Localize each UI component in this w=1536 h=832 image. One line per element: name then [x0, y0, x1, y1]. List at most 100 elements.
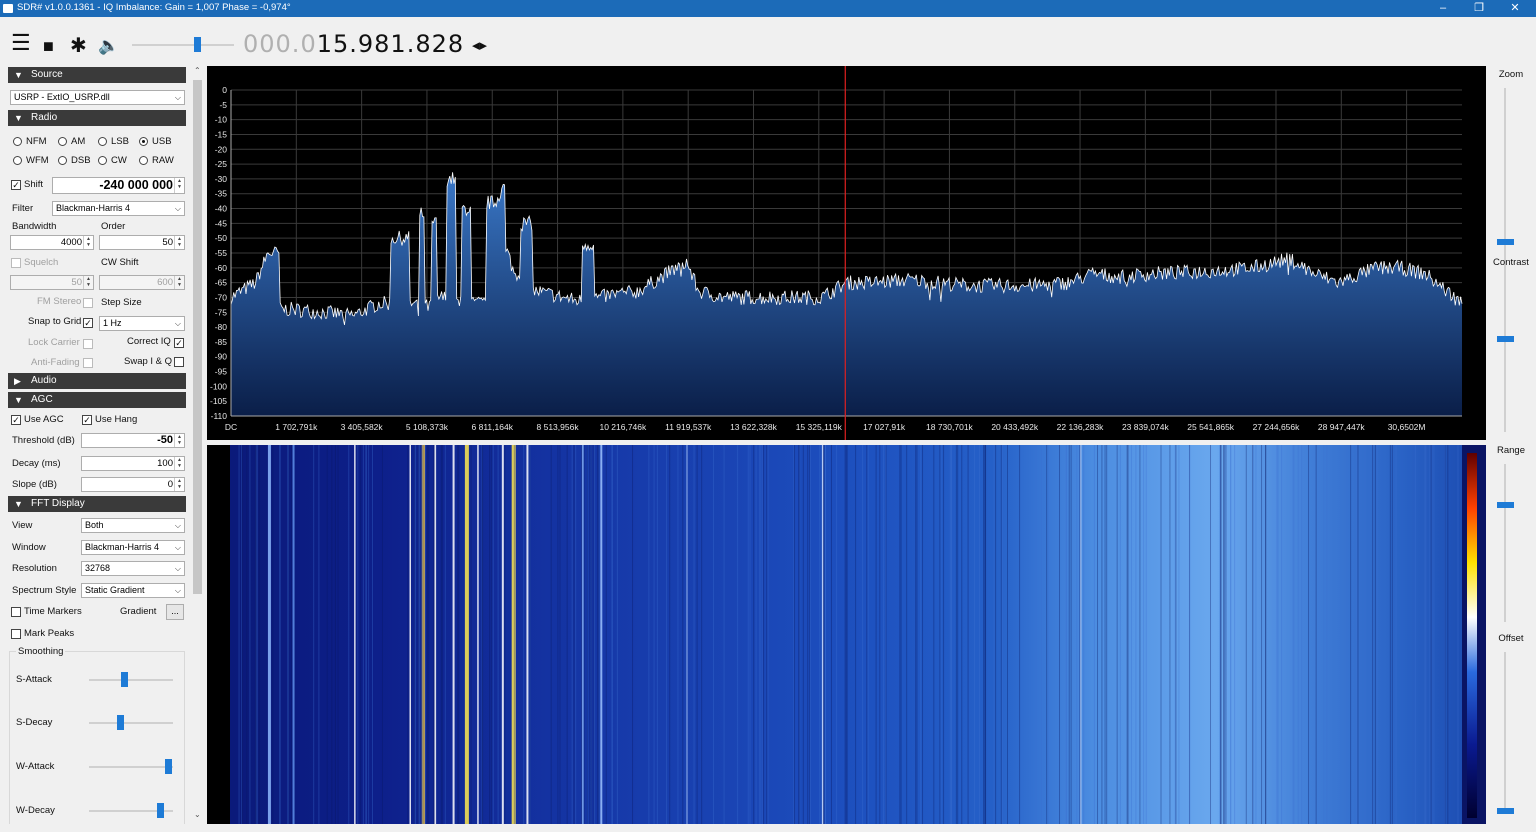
mode-radio-cw[interactable]	[98, 156, 107, 165]
spinner-arrows-icon[interactable]: ▲ ▼	[174, 276, 184, 289]
frequency-digits[interactable]: 15.981.828	[317, 30, 464, 58]
resolution-select[interactable]: 32768 ⌵	[81, 561, 185, 576]
sattack-slider-track[interactable]	[89, 679, 173, 681]
squelch-input[interactable]: 50 ▲ ▼	[10, 275, 94, 290]
step-size-select[interactable]: 1 Hz ⌵	[99, 316, 185, 331]
correct-iq-checkbox[interactable]: ✓	[174, 338, 184, 348]
contrast-slider-thumb[interactable]	[1497, 336, 1514, 342]
use-hang-checkbox[interactable]: ✓	[82, 415, 92, 425]
spinner-arrows-icon[interactable]: ▲ ▼	[174, 457, 184, 470]
gradient-button[interactable]: ...	[166, 604, 184, 620]
filter-select[interactable]: Blackman-Harris 4 ⌵	[52, 201, 185, 216]
scrollbar-thumb[interactable]	[193, 80, 202, 594]
bandwidth-input[interactable]: 4000 ▲ ▼	[10, 235, 94, 250]
mark-peaks-checkbox[interactable]	[11, 629, 21, 639]
radio-section-header[interactable]: ▼ Radio	[8, 110, 186, 126]
order-value: 50	[162, 237, 173, 248]
spinner-arrows-icon[interactable]: ▲ ▼	[83, 236, 93, 249]
spectrum-analyzer[interactable]: 0 -5 -10 -15 -20 -25 -30 -35 -40 -45 -50 -55 -60 -65 -…	[207, 66, 1486, 440]
mode-radio-nfm[interactable]	[13, 137, 22, 146]
fft-display-section-header[interactable]: ▼ FFT Display	[8, 496, 186, 512]
volume-slider-track[interactable]	[132, 44, 234, 46]
tune-arrows-icon[interactable]: ◂▸	[472, 36, 487, 54]
mode-radio-wfm[interactable]	[13, 156, 22, 165]
view-select[interactable]: Both ⌵	[81, 518, 185, 533]
range-slider-thumb[interactable]	[1497, 502, 1514, 508]
swap-iq-checkbox[interactable]	[174, 357, 184, 367]
wdecay-slider-thumb[interactable]	[157, 803, 164, 818]
shift-checkbox[interactable]: ✓	[11, 180, 21, 190]
scroll-down-icon[interactable]: ⌄	[194, 810, 201, 819]
mode-label-nfm: NFM	[26, 136, 47, 147]
source-device-select[interactable]: USRP - ExtIO_USRP.dll ⌵	[10, 90, 185, 105]
use-agc-checkbox[interactable]: ✓	[11, 415, 21, 425]
agc-section-header[interactable]: ▼ AGC	[8, 392, 186, 408]
zoom-slider-thumb[interactable]	[1497, 239, 1514, 245]
spinner-arrows-icon[interactable]: ▲ ▼	[83, 276, 93, 289]
spectrum-chart[interactable]: 0 -5 -10 -15 -20 -25 -30 -35 -40 -45 -50 -55 -60 -65 -…	[207, 66, 1486, 440]
lock-carrier-checkbox[interactable]	[83, 339, 93, 349]
order-input[interactable]: 50 ▲ ▼	[99, 235, 185, 250]
spinner-arrows-icon[interactable]: ▲ ▼	[174, 178, 184, 193]
mode-radio-raw[interactable]	[139, 156, 148, 165]
source-section-header[interactable]: ▼ Source	[8, 67, 186, 83]
select-value: 1 Hz	[103, 318, 122, 328]
squelch-checkbox[interactable]	[11, 258, 21, 268]
spinner-arrows-icon[interactable]: ▲ ▼	[174, 478, 184, 491]
decay-input[interactable]: 100 ▲ ▼	[81, 456, 185, 471]
offset-slider-track[interactable]	[1504, 652, 1506, 814]
volume-icon[interactable]: 🔈	[98, 36, 119, 56]
waterfall-noise-line	[1127, 445, 1129, 824]
window-select[interactable]: Blackman-Harris 4 ⌵	[81, 540, 185, 555]
mode-radio-lsb[interactable]	[98, 137, 107, 146]
waterfall-noise-line	[995, 445, 997, 824]
scroll-up-icon[interactable]: ⌃	[194, 66, 201, 75]
mode-radio-am[interactable]	[58, 137, 67, 146]
restore-button[interactable]: ❐	[1464, 0, 1494, 17]
spectrum-style-select[interactable]: Static Gradient ⌵	[81, 583, 185, 598]
offset-slider-thumb[interactable]	[1497, 808, 1514, 814]
contrast-slider-track[interactable]	[1504, 276, 1506, 432]
sattack-slider-thumb[interactable]	[121, 672, 128, 687]
waterfall-noise-line	[1001, 445, 1003, 824]
minimize-button[interactable]: –	[1428, 0, 1458, 17]
waterfall-noise-line	[594, 445, 596, 824]
sdecay-slider-thumb[interactable]	[117, 715, 124, 730]
volume-slider-thumb[interactable]	[194, 37, 201, 52]
waterfall-display[interactable]	[207, 445, 1486, 824]
settings-gear-icon[interactable]: ✱	[70, 36, 87, 56]
snap-to-grid-checkbox[interactable]: ✓	[83, 318, 93, 328]
waterfall-noise-line	[256, 445, 258, 824]
waterfall-noise-line	[481, 445, 483, 824]
waterfall-signal-streak	[292, 445, 295, 824]
waterfall-noise-line	[666, 445, 668, 824]
waterfall-noise-line	[906, 445, 908, 824]
y-tick-label: 0	[222, 85, 227, 95]
time-markers-checkbox[interactable]	[11, 607, 21, 617]
menu-icon[interactable]: ☰	[11, 32, 31, 54]
audio-section-header[interactable]: ▶ Audio	[8, 373, 186, 389]
mode-radio-usb[interactable]	[139, 137, 148, 146]
sdecay-slider-track[interactable]	[89, 722, 173, 724]
wattack-slider-track[interactable]	[89, 766, 173, 768]
shift-input[interactable]: -240 000 000 ▲ ▼	[52, 177, 185, 194]
spinner-arrows-icon[interactable]: ▲ ▼	[174, 236, 184, 249]
waterfall-noise-line	[1389, 445, 1391, 824]
frequency-display[interactable]: 000.015.981.828	[243, 30, 464, 58]
x-tick-label: 18 730,701k	[926, 422, 974, 432]
threshold-input[interactable]: -50 ▲ ▼	[81, 433, 185, 448]
left-panel-scrollbar[interactable]: ⌃ ⌄	[191, 66, 204, 824]
close-button[interactable]: ✕	[1500, 0, 1530, 17]
stop-icon[interactable]: ■	[43, 36, 54, 56]
mode-radio-dsb[interactable]	[58, 156, 67, 165]
range-slider-track[interactable]	[1504, 464, 1506, 622]
frequency-leading-digits[interactable]: 000.0	[243, 30, 317, 58]
spinner-arrows-icon[interactable]: ▲ ▼	[174, 434, 184, 447]
wattack-slider-thumb[interactable]	[165, 759, 172, 774]
fm-stereo-checkbox[interactable]	[83, 298, 93, 308]
mode-label-am: AM	[71, 136, 86, 147]
anti-fading-checkbox[interactable]	[83, 358, 93, 368]
waterfall-chart[interactable]	[207, 445, 1486, 824]
slope-input[interactable]: 0 ▲ ▼	[81, 477, 185, 492]
cw-shift-input[interactable]: 600 ▲ ▼	[99, 275, 185, 290]
